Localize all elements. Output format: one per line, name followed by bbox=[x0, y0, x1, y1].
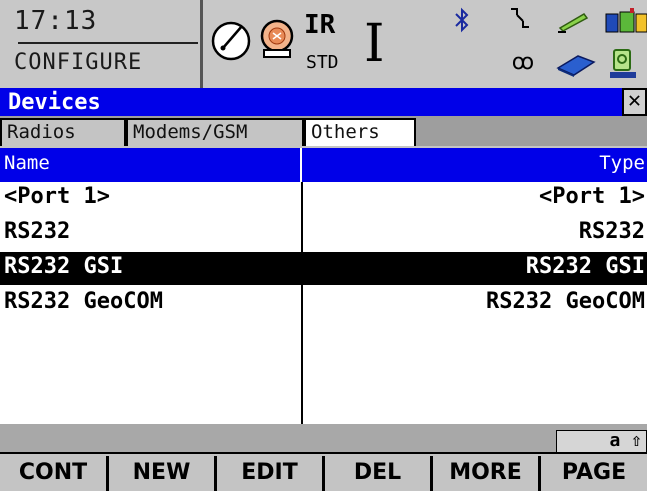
device-type: RS232 bbox=[578, 219, 645, 244]
table-header bbox=[0, 148, 647, 182]
page-title: Devices bbox=[8, 90, 101, 115]
memory-card-icon bbox=[556, 50, 596, 78]
cont-button[interactable]: CONT bbox=[0, 456, 106, 491]
delete-button[interactable]: DEL bbox=[322, 456, 430, 491]
tab-radios[interactable]: Radios bbox=[0, 118, 126, 146]
signal-icon bbox=[508, 6, 536, 30]
cursor-icon: I bbox=[364, 14, 385, 74]
status-strip bbox=[0, 424, 647, 452]
table-row-selected[interactable]: RS232 GSI RS232 GSI bbox=[0, 252, 647, 285]
tab-others[interactable]: Others bbox=[304, 118, 416, 146]
column-header-type[interactable]: Type bbox=[599, 152, 645, 174]
new-button[interactable]: NEW bbox=[106, 456, 214, 491]
page-button[interactable]: PAGE bbox=[538, 456, 647, 491]
stylus-icon bbox=[556, 8, 592, 34]
device-name: RS232 GeoCOM bbox=[4, 289, 163, 314]
device-type: RS232 GSI bbox=[525, 254, 645, 279]
satellite-icon: ꝏ bbox=[511, 50, 535, 75]
battery-icon bbox=[604, 6, 647, 36]
ir-mode: IR bbox=[304, 10, 336, 40]
mode-label: CONFIGURE bbox=[14, 50, 143, 75]
table-row[interactable]: RS232 GeoCOM RS232 GeoCOM bbox=[0, 287, 647, 320]
device-name: <Port 1> bbox=[4, 184, 110, 209]
device-type: RS232 GeoCOM bbox=[486, 289, 645, 314]
clock: 17:13 bbox=[14, 6, 98, 36]
prism-icon bbox=[254, 16, 300, 62]
table-row[interactable]: <Port 1> <Port 1> bbox=[0, 182, 647, 215]
compass-icon bbox=[208, 16, 254, 62]
device-name: RS232 bbox=[4, 219, 71, 244]
bluetooth-icon bbox=[452, 6, 472, 34]
divider bbox=[200, 0, 203, 88]
more-button[interactable]: MORE bbox=[430, 456, 538, 491]
device-type: <Port 1> bbox=[539, 184, 645, 209]
std-mode: STD bbox=[306, 52, 339, 73]
storage-icon bbox=[608, 46, 638, 82]
column-header-name[interactable]: Name bbox=[4, 152, 50, 174]
column-divider bbox=[300, 148, 302, 182]
close-button[interactable]: ✕ bbox=[622, 88, 647, 116]
tab-modems-gsm[interactable]: Modems/GSM bbox=[126, 118, 304, 146]
divider bbox=[18, 42, 198, 44]
keyboard-indicator: a ⇧ bbox=[556, 430, 647, 452]
edit-button[interactable]: EDIT bbox=[214, 456, 322, 491]
device-name: RS232 GSI bbox=[4, 254, 124, 279]
table-row[interactable]: RS232 RS232 bbox=[0, 217, 647, 250]
